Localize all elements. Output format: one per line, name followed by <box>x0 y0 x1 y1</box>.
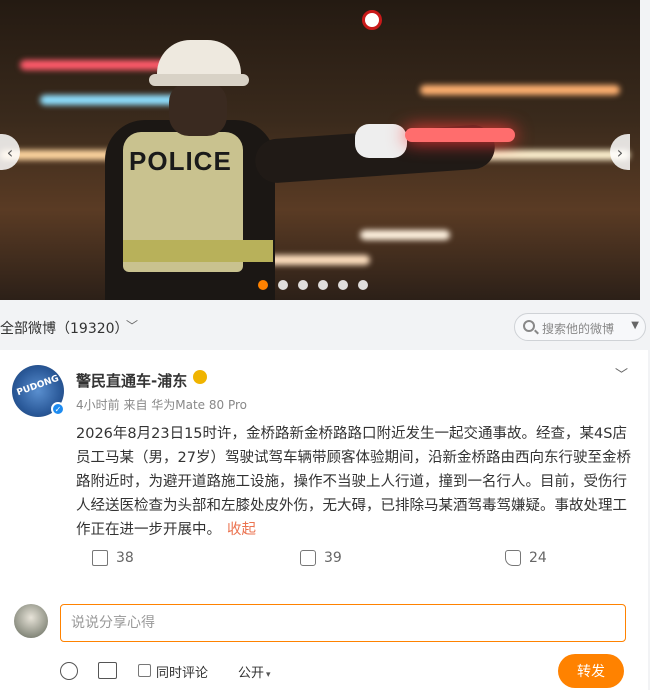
share-icon <box>92 550 108 566</box>
carousel-dot[interactable] <box>258 280 268 290</box>
repost-count: 38 <box>116 550 134 566</box>
collapse-link[interactable]: 收起 <box>227 522 256 538</box>
chevron-left-icon: ‹ <box>6 142 14 162</box>
carousel-dot[interactable] <box>338 280 348 290</box>
thumbs-up-icon <box>505 550 521 566</box>
author-name[interactable]: 警民直通车-浦东 <box>76 370 187 391</box>
visibility-label: 公开 <box>238 666 265 681</box>
also-comment-checkbox[interactable] <box>138 664 151 677</box>
visibility-select[interactable]: 公开 ▾ <box>238 662 271 681</box>
carousel-next-button[interactable]: › <box>610 134 630 170</box>
also-comment-label[interactable]: 同时评论 <box>156 662 208 681</box>
emoji-icon[interactable] <box>60 662 78 680</box>
post-search-box[interactable]: 搜索他的微博 ▼ <box>514 313 646 341</box>
police-officer-figure: POLICE <box>105 40 515 300</box>
carousel-dots <box>258 280 368 290</box>
post-actions: 38 39 24 <box>0 550 648 576</box>
avatar-logo: PUDONG <box>15 373 61 399</box>
caret-down-icon[interactable]: ▼ <box>631 320 639 331</box>
carousel-dot[interactable] <box>318 280 328 290</box>
reply-toolbar: 同时评论 公开 ▾ 转发 <box>0 654 648 688</box>
carousel-dot[interactable] <box>278 280 288 290</box>
current-user-avatar <box>14 604 48 638</box>
caret-down-icon: ▾ <box>266 670 271 680</box>
comment-icon <box>300 550 316 566</box>
repost-submit-button[interactable]: 转发 <box>558 654 624 688</box>
search-icon <box>523 320 535 332</box>
officer-head <box>169 82 227 136</box>
repost-input-box[interactable] <box>60 604 626 642</box>
repost-button[interactable]: 38 <box>92 550 134 566</box>
chevron-right-icon: › <box>616 142 624 162</box>
no-entry-sign <box>362 10 382 30</box>
comment-button[interactable]: 39 <box>300 550 342 566</box>
all-posts-filter[interactable]: 全部微博（19320） <box>0 318 129 338</box>
vest-stripe <box>123 240 273 262</box>
vest-label: POLICE <box>129 146 232 176</box>
carousel-dot[interactable] <box>358 280 368 290</box>
post-card: PUDONG ✓ 警民直通车-浦东 4小时前 来自 华为Mate 80 Pro … <box>0 350 648 690</box>
post-text: 2026年8月23日15时许，金桥路新金桥路路口附近发生一起交通事故。经查，某4… <box>76 426 631 538</box>
like-button[interactable]: 24 <box>505 550 547 566</box>
post-meta: 4小时前 来自 华为Mate 80 Pro <box>76 398 247 412</box>
repost-input[interactable] <box>61 605 625 641</box>
feed-filter-bar: 全部微博（19320） ﹀ 搜索他的微博 ▼ <box>0 300 650 350</box>
chevron-down-icon[interactable]: ﹀ <box>615 364 628 383</box>
member-badge-icon <box>193 370 207 384</box>
post-content: 2026年8月23日15时许，金桥路新金桥路路口附近发生一起交通事故。经查，某4… <box>76 422 632 542</box>
verified-badge-icon: ✓ <box>51 402 65 416</box>
image-carousel[interactable]: POLICE ‹ › <box>0 0 640 300</box>
officer-cap-brim <box>149 74 249 86</box>
carousel-prev-button[interactable]: ‹ <box>0 134 20 170</box>
image-icon[interactable] <box>98 662 117 679</box>
traffic-baton <box>405 128 515 142</box>
like-count: 24 <box>529 550 547 566</box>
search-placeholder: 搜索他的微博 <box>542 322 615 336</box>
comment-count: 39 <box>324 550 342 566</box>
carousel-dot[interactable] <box>298 280 308 290</box>
light-streak <box>420 85 620 95</box>
white-glove <box>355 124 407 158</box>
chevron-down-icon[interactable]: ﹀ <box>126 317 138 334</box>
